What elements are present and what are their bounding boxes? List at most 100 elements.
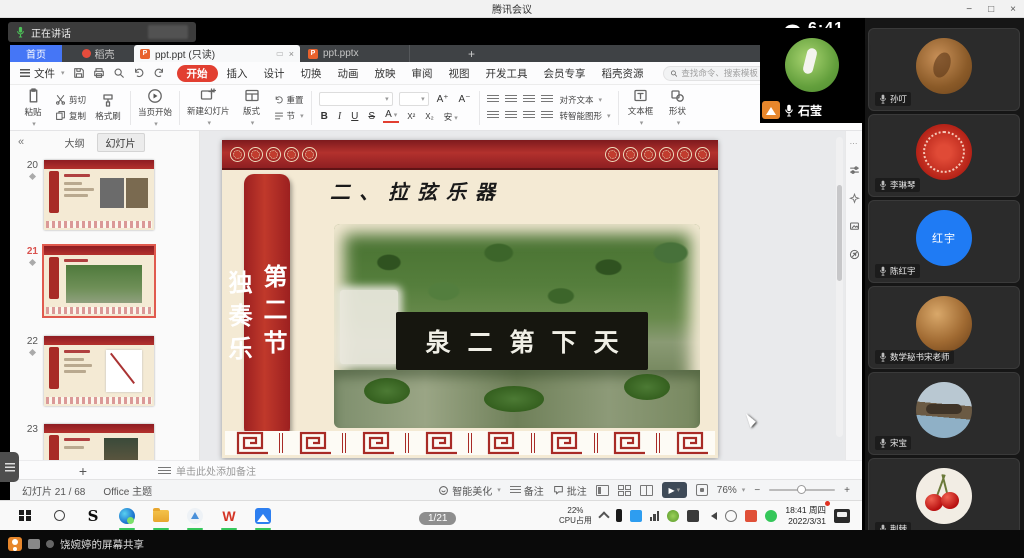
- thumbnail[interactable]: [44, 424, 154, 460]
- signal-icon[interactable]: [650, 511, 660, 521]
- cpu-monitor[interactable]: 22% CPU占用: [559, 506, 592, 525]
- ribbon-tab-slideshow[interactable]: 放映: [368, 65, 403, 82]
- pin-icon[interactable]: ▭: [276, 49, 284, 58]
- slides-tab[interactable]: 幻灯片: [97, 133, 145, 152]
- reset-button[interactable]: 重置: [274, 94, 304, 106]
- bullets-icon[interactable]: [487, 95, 499, 104]
- thumbnail[interactable]: [44, 160, 154, 230]
- wechat-icon[interactable]: [765, 510, 777, 522]
- app4-button[interactable]: [178, 501, 212, 531]
- participant-tile[interactable]: 数学秘书宋老师: [868, 286, 1020, 369]
- blue-app-button[interactable]: [246, 501, 280, 531]
- add-slide-button[interactable]: +: [72, 461, 94, 480]
- font-grow-button[interactable]: A⁺: [435, 94, 451, 105]
- zoom-in-button[interactable]: +: [844, 485, 850, 496]
- redo-icon[interactable]: [153, 67, 165, 79]
- participant-tile[interactable]: 宋宝: [868, 372, 1020, 455]
- close-tab-icon[interactable]: ×: [289, 49, 294, 59]
- usb-device-icon[interactable]: [616, 509, 622, 522]
- chat-bubble-icon[interactable]: [28, 539, 40, 549]
- ribbon-tab-home[interactable]: 开始: [177, 65, 218, 82]
- font-name-select[interactable]: [319, 92, 393, 106]
- zoom-out-button[interactable]: −: [754, 485, 760, 496]
- comments-button[interactable]: 批注: [553, 483, 587, 498]
- notes-area[interactable]: 单击此处添加备注: [158, 461, 256, 480]
- minimize-button[interactable]: −: [966, 4, 972, 15]
- zoom-slider[interactable]: [769, 489, 835, 491]
- ribbon-tab-transition[interactable]: 切换: [294, 65, 329, 82]
- cut-button[interactable]: 剪切: [55, 94, 86, 106]
- smart-beautify-button[interactable]: 智能美化: [438, 483, 501, 498]
- search-input[interactable]: [681, 68, 765, 78]
- red-tray-icon[interactable]: [745, 510, 757, 522]
- play-from-current-button[interactable]: 当页开始: [138, 88, 172, 128]
- layout-button[interactable]: 版式: [237, 88, 267, 127]
- font-size-select[interactable]: [399, 92, 429, 106]
- command-search[interactable]: [663, 66, 773, 81]
- floating-list-widget[interactable]: [0, 452, 19, 482]
- ribbon-tab-design[interactable]: 设计: [257, 65, 292, 82]
- collapse-panel-icon[interactable]: «: [18, 136, 24, 148]
- speaker-video-tile[interactable]: 石莹: [760, 28, 862, 123]
- indent-decrease-icon[interactable]: [523, 95, 535, 104]
- new-slide-button[interactable]: 新建幻灯片: [187, 88, 230, 127]
- more-tools-icon[interactable]: ⋯: [850, 139, 859, 148]
- meeting-app-button[interactable]: [110, 501, 144, 531]
- subscript-button[interactable]: X₂: [423, 112, 435, 121]
- close-button[interactable]: ×: [1010, 4, 1016, 15]
- ribbon-tab-animation[interactable]: 动画: [331, 65, 366, 82]
- numbering-icon[interactable]: [505, 95, 517, 104]
- ribbon-tab-insert[interactable]: 插入: [220, 65, 255, 82]
- canvas-scrollbar[interactable]: [836, 137, 843, 437]
- superscript-button[interactable]: X²: [405, 112, 417, 121]
- print-icon[interactable]: [93, 67, 105, 79]
- taskbar-clock[interactable]: 18:41 周四 2022/3/31: [785, 505, 826, 526]
- network-icon[interactable]: [725, 510, 737, 522]
- start-button[interactable]: [8, 501, 42, 531]
- fit-window-button[interactable]: [696, 484, 708, 496]
- undo-icon[interactable]: [133, 67, 145, 79]
- participant-tile[interactable]: 孙叮: [868, 28, 1020, 111]
- shapes-button[interactable]: 形状: [663, 88, 693, 127]
- taskbar-search-button[interactable]: [42, 501, 76, 531]
- tab-document-active[interactable]: P ppt.ppt (只读) ▭ ×: [134, 45, 300, 62]
- font-shrink-button[interactable]: A⁻: [457, 94, 473, 105]
- maximize-button[interactable]: □: [988, 4, 994, 15]
- action-center-icon[interactable]: [834, 509, 850, 523]
- paste-button[interactable]: 粘贴: [18, 88, 48, 128]
- ribbon-tab-devtools[interactable]: 开发工具: [479, 65, 535, 82]
- thumbnail[interactable]: [44, 336, 154, 406]
- to-smartart-button[interactable]: 转智能图形: [559, 110, 610, 122]
- preview-icon[interactable]: [113, 67, 125, 79]
- underline-button[interactable]: U: [349, 111, 360, 122]
- participant-tile[interactable]: 红宇 陈红宇: [868, 200, 1020, 283]
- smart-features-icon[interactable]: [849, 193, 860, 204]
- indent-increase-icon[interactable]: [541, 95, 553, 104]
- bold-button[interactable]: B: [319, 111, 330, 122]
- explorer-button[interactable]: [144, 501, 178, 531]
- current-slide[interactable]: 第二节 独奏乐 二、拉弦乐器 泉二第下天: [222, 140, 718, 458]
- font-color-button[interactable]: A: [383, 110, 399, 123]
- tab-docer[interactable]: 稻壳: [62, 45, 134, 62]
- chat-app-icon[interactable]: [630, 510, 642, 522]
- save-icon[interactable]: [73, 67, 85, 79]
- normal-view-button[interactable]: [596, 485, 609, 496]
- slide-sorter-view-button[interactable]: [618, 485, 631, 496]
- align-text-button[interactable]: 对齐文本: [559, 94, 602, 106]
- align-right-icon[interactable]: [523, 111, 535, 120]
- pinyin-button[interactable]: 安: [442, 111, 460, 123]
- slideshow-play-button[interactable]: ▶: [662, 482, 687, 498]
- format-painter-button[interactable]: 格式刷: [93, 93, 123, 122]
- participant-tile[interactable]: 李琳琴: [868, 114, 1020, 197]
- tab-document-2[interactable]: P ppt.pptx: [300, 45, 410, 62]
- green-status-icon[interactable]: [667, 510, 679, 522]
- zoom-level[interactable]: 76%: [717, 485, 746, 496]
- tab-home[interactable]: 首页: [10, 45, 62, 62]
- design-ideas-icon[interactable]: [849, 221, 860, 232]
- theme-name[interactable]: Office 主题: [103, 483, 152, 498]
- notes-toggle-button[interactable]: 备注: [510, 483, 544, 498]
- new-tab-button[interactable]: +: [468, 45, 475, 62]
- align-left-icon[interactable]: [487, 111, 499, 120]
- copy-button[interactable]: 复制: [55, 110, 86, 122]
- properties-icon[interactable]: [849, 165, 860, 176]
